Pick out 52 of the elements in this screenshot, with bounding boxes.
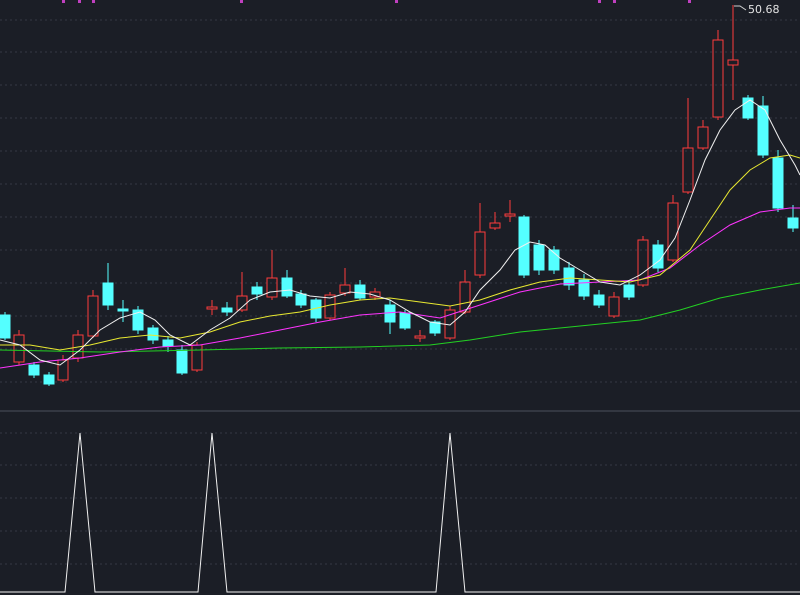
candlestick bbox=[176, 344, 188, 376]
candlestick bbox=[28, 362, 40, 378]
candlestick bbox=[742, 94, 754, 120]
candlestick bbox=[414, 330, 426, 342]
candlestick bbox=[444, 306, 456, 340]
candlestick bbox=[490, 212, 500, 230]
candlestick bbox=[282, 270, 292, 298]
candlestick bbox=[340, 268, 350, 296]
candlestick bbox=[192, 342, 202, 372]
candlestick bbox=[14, 330, 24, 366]
candlestick bbox=[460, 270, 470, 314]
candlestick bbox=[608, 292, 620, 318]
candlestick bbox=[534, 240, 544, 276]
candlestick bbox=[88, 290, 98, 338]
candlestick bbox=[102, 262, 114, 310]
candlestick bbox=[296, 290, 306, 308]
candlestick bbox=[624, 280, 634, 300]
candlestick bbox=[310, 298, 322, 322]
candlestick bbox=[758, 96, 768, 158]
candlestick bbox=[384, 300, 396, 334]
candlestick bbox=[578, 274, 590, 300]
candlestick bbox=[548, 246, 560, 274]
candlestick bbox=[668, 194, 678, 262]
candlestick bbox=[370, 288, 380, 300]
candlestick bbox=[162, 336, 174, 352]
candlestick bbox=[206, 300, 218, 316]
candlestick bbox=[518, 214, 530, 278]
candlestick bbox=[788, 204, 798, 232]
candlestick bbox=[698, 120, 708, 150]
candlestick bbox=[354, 280, 366, 300]
candlestick bbox=[148, 324, 158, 344]
candlestick bbox=[594, 290, 604, 308]
candlestick bbox=[72, 330, 84, 362]
high-price-label: 50.68 bbox=[748, 3, 780, 17]
candlestick bbox=[132, 306, 144, 334]
candlestick bbox=[222, 302, 232, 316]
candlestick bbox=[638, 236, 648, 288]
candlestick bbox=[652, 240, 664, 272]
candlestick bbox=[44, 372, 54, 386]
candlestick bbox=[324, 292, 336, 320]
candlestick bbox=[0, 312, 10, 340]
candlestick bbox=[118, 300, 128, 322]
candlestick bbox=[564, 262, 574, 290]
candlestick bbox=[504, 200, 516, 222]
candlestick bbox=[400, 310, 410, 330]
candlestick bbox=[266, 250, 278, 300]
leader-line bbox=[734, 6, 746, 10]
candlestick bbox=[772, 150, 784, 212]
candlestick bbox=[430, 320, 440, 336]
candlestick bbox=[252, 282, 262, 300]
candlestick bbox=[58, 354, 68, 382]
candlestick bbox=[236, 272, 248, 312]
